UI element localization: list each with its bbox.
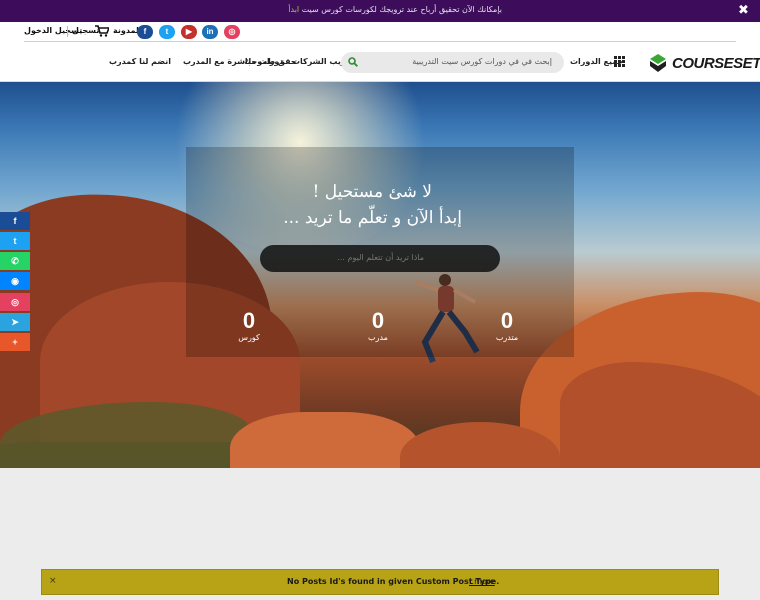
linkedin-icon[interactable]: in <box>202 25 218 39</box>
share-twitter-icon[interactable]: t <box>0 232 30 250</box>
search-bar[interactable]: إبحث في في دورات كورس سيت التدريبية <box>341 52 564 73</box>
nav-join-trainer[interactable]: انضم لنا كمدرب <box>109 57 171 66</box>
share-more-icon[interactable]: + <box>0 333 30 351</box>
instagram-icon[interactable]: ◎ <box>224 25 240 39</box>
main-nav: انضم لنا كمدرب دورات مباشرة مع المدرب حق… <box>0 42 760 82</box>
hero-search-input[interactable]: ماذا تريد أن تتعلم اليوم ... <box>260 245 500 272</box>
logo-mark-icon <box>650 54 666 72</box>
share-facebook-icon[interactable]: f <box>0 212 30 230</box>
notice-message: No Posts Id's found in given Custom Post… <box>287 577 500 586</box>
stat-label: كورس <box>238 333 260 342</box>
facebook-icon[interactable]: f <box>137 25 153 39</box>
stat-courses: 0 كورس <box>224 310 274 344</box>
close-icon[interactable]: ✖ <box>738 3 749 19</box>
stat-label: مدرب <box>368 333 388 342</box>
share-whatsapp-icon[interactable]: ✆ <box>0 252 30 270</box>
twitter-icon[interactable]: t <box>159 25 175 39</box>
promo-text: بإمكانك الآن تحقيق أرباح عند ترويجك لكور… <box>288 5 502 14</box>
hero-rock <box>230 412 420 468</box>
search-icon[interactable] <box>348 57 358 67</box>
separator <box>67 26 68 37</box>
share-telegram-icon[interactable]: ➤ <box>0 313 30 331</box>
promo-message: بإمكانك الآن تحقيق أرباح عند ترويجك لكور… <box>301 5 502 14</box>
stat-value: 0 <box>242 308 256 333</box>
stat-label: متدرب <box>495 333 519 342</box>
logo-text: COURSESET <box>672 55 760 72</box>
hero-subheadline: إبدأ الآن و تعلّم ما تريد ... <box>283 208 462 228</box>
youtube-icon[interactable]: ▶ <box>181 25 197 39</box>
search-input[interactable]: إبحث في في دورات كورس سيت التدريبية <box>412 57 552 66</box>
hero-section: لا شئ مستحيل ! إبدأ الآن و تعلّم ما تريد… <box>0 82 760 468</box>
site-logo[interactable]: COURSESET <box>648 53 760 73</box>
promo-bar: ✖ بإمكانك الآن تحقيق أرباح عند ترويجك لك… <box>0 0 760 22</box>
hero-search-placeholder: ماذا تريد أن تتعلم اليوم ... <box>337 253 424 262</box>
stat-value: 0 <box>500 308 514 333</box>
notice-close-icon[interactable]: × <box>49 576 57 586</box>
nav-achieve[interactable]: حقق طموحك <box>244 57 297 66</box>
stat-trainers: 0 مدرب <box>353 310 403 344</box>
promo-link[interactable]: ابدأ <box>288 5 299 14</box>
notice-bar: × No Posts Id's found in given Custom Po… <box>41 569 719 595</box>
top-bar: تسجيل الدخول تسجيل المدونة f t ▶ in ◎ <box>0 22 760 42</box>
notice-more-link[interactable]: ..more <box>469 577 495 586</box>
stat-value: 0 <box>371 308 385 333</box>
share-instagram-icon[interactable]: ◎ <box>0 293 30 311</box>
grid-icon[interactable] <box>614 56 625 67</box>
cart-icon[interactable] <box>95 25 109 37</box>
share-messenger-icon[interactable]: ◉ <box>0 272 30 290</box>
hero-headline: لا شئ مستحيل ! <box>312 182 432 202</box>
stat-trainees: 0 متدرب <box>482 310 532 344</box>
